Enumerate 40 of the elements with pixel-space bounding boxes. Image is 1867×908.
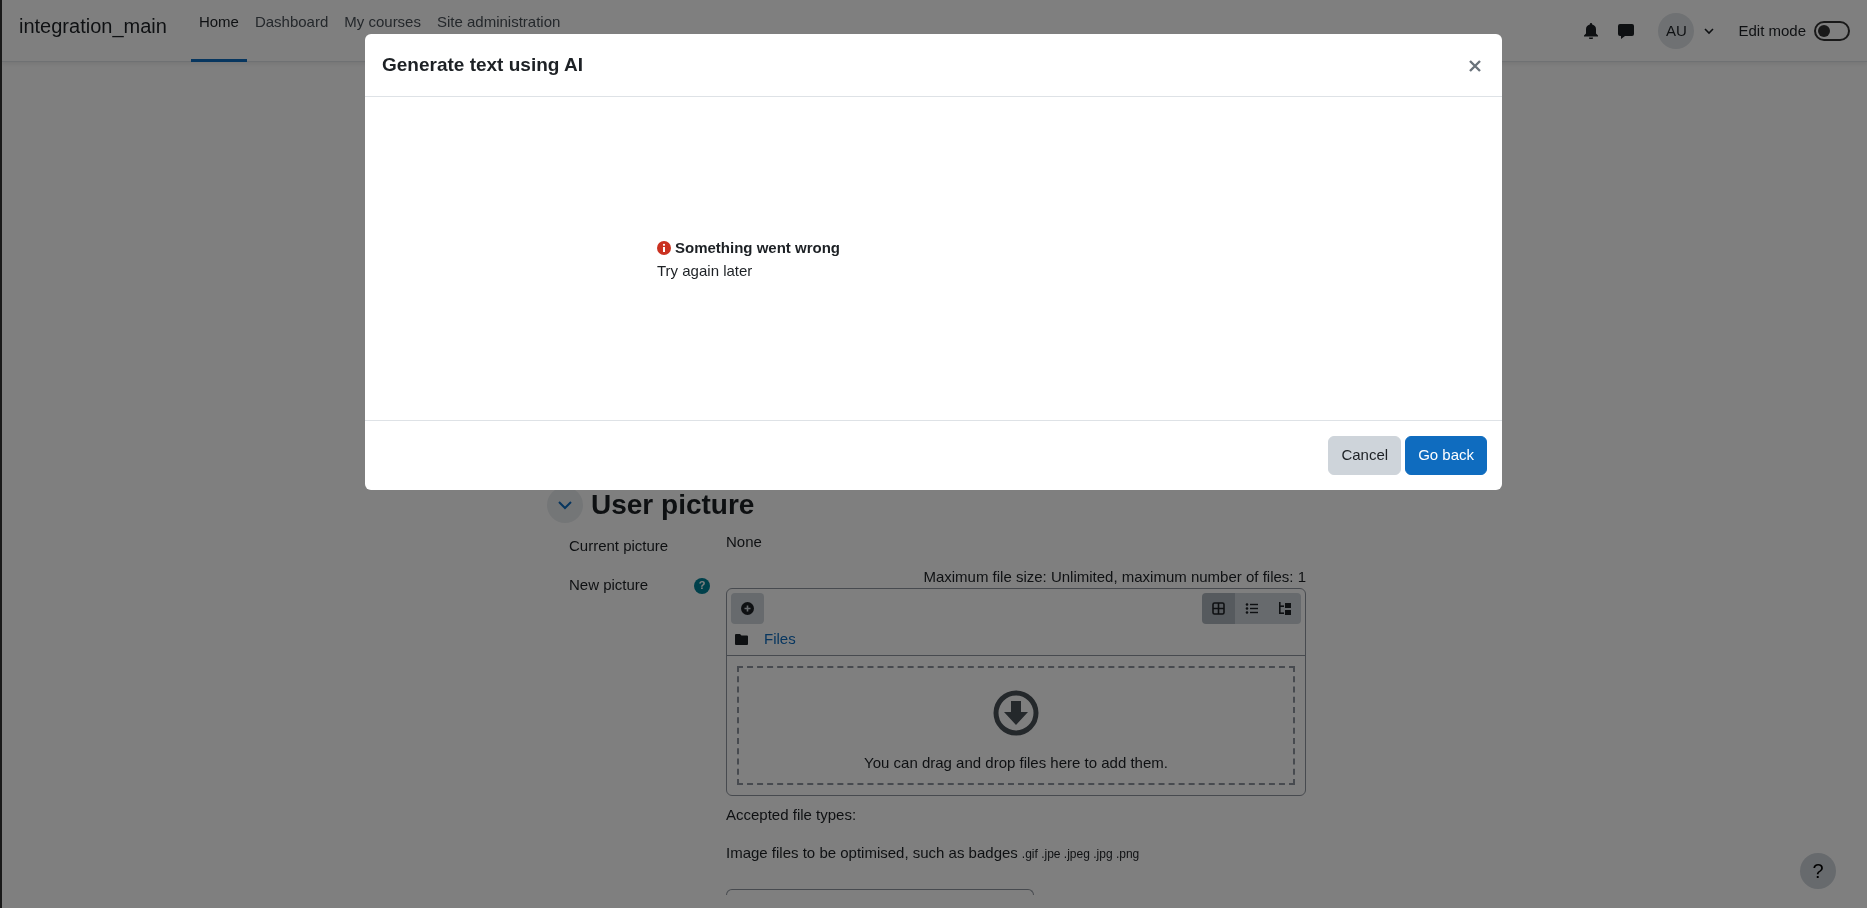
close-icon <box>1469 59 1481 72</box>
nav-link[interactable]: Dashboard <box>246 0 337 62</box>
folder-icon <box>735 633 748 645</box>
chevron-down-icon <box>558 500 572 510</box>
modal-title: Generate text using AI <box>382 53 583 77</box>
drop-zone-text: You can drag and drop files here to add them. <box>864 753 1168 773</box>
field-value: None <box>726 532 762 552</box>
plus-circle-icon <box>741 602 754 615</box>
list-view-icon <box>1244 602 1259 615</box>
grid-view-icon <box>1211 602 1226 615</box>
view-toggle[interactable] <box>1268 593 1301 624</box>
avatar[interactable]: AU <box>1658 13 1695 49</box>
view-toggle[interactable] <box>1235 593 1268 624</box>
tree-view-icon <box>1277 602 1292 615</box>
caret-icon[interactable] <box>1704 27 1715 35</box>
help-button[interactable]: ? <box>1800 853 1836 889</box>
field-label: Current picture <box>568 536 670 556</box>
section-heading: User picture <box>591 488 755 522</box>
view-toggle[interactable] <box>1202 593 1235 624</box>
help-icon[interactable]: ? <box>694 577 710 594</box>
download-icon <box>993 690 1039 736</box>
chat-icon[interactable] <box>1618 23 1635 39</box>
nav-link[interactable]: Home <box>190 0 247 62</box>
site-name[interactable]: integration_main <box>19 0 167 41</box>
add-file-button[interactable] <box>731 593 764 624</box>
go-back-button[interactable]: Go back <box>1405 436 1487 475</box>
field-label: New picture <box>569 574 649 595</box>
edit-mode-label: Edit mode <box>1738 20 1806 41</box>
info-icon <box>657 241 671 256</box>
accepted-types-description: Image files to be optimised, such as badges <box>726 844 1018 861</box>
drop-zone[interactable]: You can drag and drop files here to add them. <box>737 665 1295 785</box>
file-extensions: .gif .jpe .jpeg .jpg .png <box>1021 847 1140 861</box>
accepted-types-label: Accepted file types: <box>726 804 858 825</box>
error-message: Try again later <box>657 260 754 281</box>
bell-icon[interactable] <box>1584 23 1599 39</box>
file-limits: Maximum file size: Unlimited, maximum number of files: 1 <box>922 566 1306 587</box>
cancel-button[interactable]: Cancel <box>1328 436 1402 475</box>
edit-mode-switch[interactable] <box>1814 21 1850 41</box>
folder-link[interactable]: Files <box>764 628 796 651</box>
error-title: Something went wrong <box>675 238 840 258</box>
